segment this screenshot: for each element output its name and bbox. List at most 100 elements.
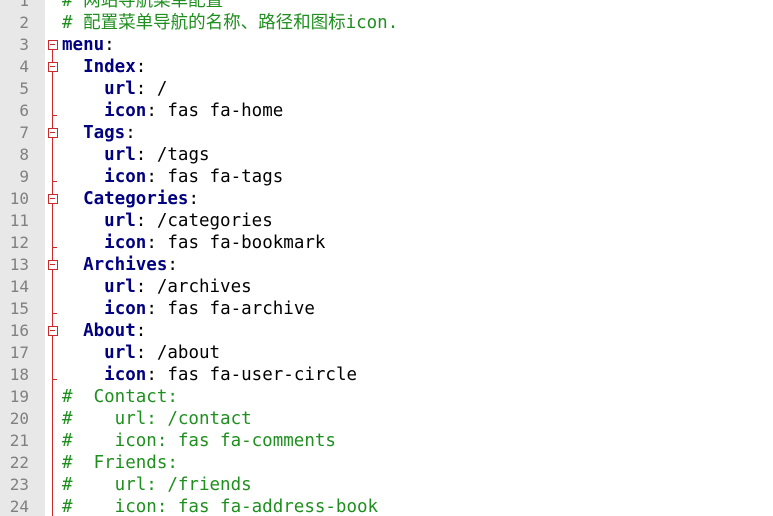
line-number: 7 — [19, 123, 29, 142]
code-line[interactable]: 11 url: /categories — [0, 210, 773, 232]
yaml-separator: : — [135, 79, 157, 99]
code-text[interactable]: url: / — [62, 78, 167, 100]
code-text[interactable]: Archives: — [62, 254, 178, 276]
code-text[interactable]: url: /categories — [62, 210, 273, 232]
line-number: 17 — [9, 343, 29, 362]
fold-end-tick — [52, 181, 57, 182]
code-line[interactable]: 3 menu: — [0, 34, 773, 56]
comment-text: # 网站导航菜单配置 — [62, 0, 224, 11]
fold-empty — [48, 12, 60, 34]
fold-minus-box-icon[interactable] — [48, 56, 60, 78]
code-text[interactable]: menu: — [62, 34, 115, 56]
line-number: 14 — [9, 277, 29, 296]
code-text[interactable]: # url: /friends — [62, 474, 252, 496]
code-editor[interactable]: 1 # 网站导航菜单配置 2 # 配置菜单导航的名称、路径和图标icon. 3 menu:… — [0, 0, 773, 516]
code-text[interactable]: # Friends: — [62, 452, 178, 474]
yaml-key: menu — [62, 35, 105, 55]
fold-end-tick-icon — [48, 364, 60, 386]
fold-minus-box-icon[interactable] — [48, 320, 60, 342]
fold-vertical-line-icon — [48, 386, 60, 408]
code-text[interactable]: # Contact: — [62, 386, 178, 408]
code-text[interactable]: icon: fas fa-archive — [62, 298, 315, 320]
yaml-key: url — [104, 343, 136, 363]
comment-text: # Friends: — [62, 453, 178, 473]
code-line[interactable]: 4 Index: — [0, 56, 773, 78]
code-text[interactable]: Index: — [62, 56, 146, 78]
code-line[interactable]: 16 About: — [0, 320, 773, 342]
fold-end-tick — [52, 379, 57, 380]
code-line[interactable]: 22 # Friends: — [0, 452, 773, 474]
code-line[interactable]: 19 # Contact: — [0, 386, 773, 408]
yaml-value: fas fa-user-circle — [167, 365, 358, 385]
code-line[interactable]: 13 Archives: — [0, 254, 773, 276]
fold-minus-box-icon[interactable] — [48, 188, 60, 210]
code-text[interactable]: # icon: fas fa-comments — [62, 430, 336, 452]
line-number: 23 — [9, 475, 29, 494]
yaml-value: /archives — [156, 277, 252, 297]
code-line[interactable]: 23 # url: /friends — [0, 474, 773, 496]
code-text[interactable]: icon: fas fa-user-circle — [62, 364, 357, 386]
fold-connector — [52, 166, 53, 188]
yaml-value: fas fa-tags — [167, 167, 284, 187]
code-line[interactable]: 17 url: /about — [0, 342, 773, 364]
fold-connector — [52, 144, 53, 166]
fold-minus-box-icon[interactable] — [48, 122, 60, 144]
fold-connector — [52, 210, 53, 232]
code-text[interactable]: icon: fas fa-home — [62, 100, 283, 122]
code-line[interactable]: 8 url: /tags — [0, 144, 773, 166]
code-text[interactable]: icon: fas fa-tags — [62, 166, 283, 188]
code-text[interactable]: icon: fas fa-bookmark — [62, 232, 325, 254]
fold-vertical-line-icon — [48, 210, 60, 232]
code-text[interactable]: # 配置菜单导航的名称、路径和图标icon. — [62, 12, 398, 34]
code-line[interactable]: 10 Categories: — [0, 188, 773, 210]
code-line[interactable]: 12 icon: fas fa-bookmark — [0, 232, 773, 254]
comment-text: # url: /friends — [62, 475, 252, 495]
fold-minus-box-icon[interactable] — [48, 254, 60, 276]
fold-vertical-line-icon — [48, 474, 60, 496]
line-number: 3 — [19, 35, 29, 54]
code-line[interactable]: 24 # icon: fas fa-address-book — [0, 496, 773, 516]
code-text[interactable]: # 网站导航菜单配置 — [62, 0, 223, 12]
line-number: 11 — [9, 211, 29, 230]
line-number: 13 — [9, 255, 29, 274]
code-text[interactable]: # icon: fas fa-address-book — [62, 496, 378, 516]
code-text[interactable]: url: /about — [62, 342, 220, 364]
code-text[interactable]: url: /archives — [62, 276, 252, 298]
code-text[interactable]: Categories: — [62, 188, 199, 210]
yaml-separator: : — [135, 145, 157, 165]
code-line[interactable]: 6 icon: fas fa-home — [0, 100, 773, 122]
yaml-separator: : — [167, 255, 178, 275]
code-line[interactable]: 15 icon: fas fa-archive — [0, 298, 773, 320]
code-text[interactable]: url: /tags — [62, 144, 209, 166]
yaml-separator: : — [135, 321, 147, 341]
code-line[interactable]: 21 # icon: fas fa-comments — [0, 430, 773, 452]
yaml-key: icon — [104, 299, 147, 319]
yaml-key: icon — [104, 101, 147, 121]
code-text[interactable]: # url: /contact — [62, 408, 252, 430]
yaml-key: url — [104, 211, 136, 231]
code-text[interactable]: About: — [62, 320, 146, 342]
yaml-value: / — [156, 79, 168, 99]
comment-text: # url: /contact — [62, 409, 252, 429]
code-line[interactable]: 14 url: /archives — [0, 276, 773, 298]
code-line[interactable]: 7 Tags: — [0, 122, 773, 144]
code-line[interactable]: 20 # url: /contact — [0, 408, 773, 430]
code-line[interactable]: 18 icon: fas fa-user-circle — [0, 364, 773, 386]
line-number: 1 — [19, 0, 29, 10]
line-number: 15 — [9, 299, 29, 318]
fold-end-tick-icon — [48, 100, 60, 122]
code-line[interactable]: 5 url: / — [0, 78, 773, 100]
code-line[interactable]: 1 # 网站导航菜单配置 — [0, 0, 773, 12]
fold-minus-box-icon[interactable] — [48, 34, 60, 56]
code-line[interactable]: 9 icon: fas fa-tags — [0, 166, 773, 188]
code-line[interactable]: 2 # 配置菜单导航的名称、路径和图标icon. — [0, 12, 773, 34]
line-number: 18 — [9, 365, 29, 384]
code-text[interactable]: Tags: — [62, 122, 136, 144]
